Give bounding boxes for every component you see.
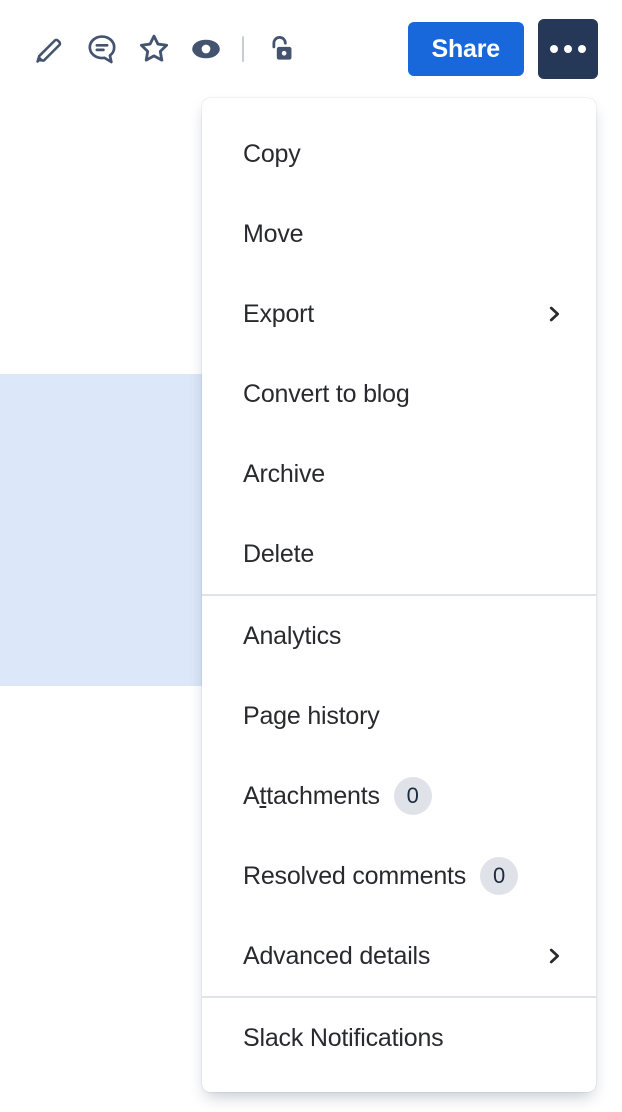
menu-item-label: Export xyxy=(243,299,315,328)
comment-button[interactable] xyxy=(76,23,128,75)
page-toolbar: Share xyxy=(0,0,622,98)
menu-item-move[interactable]: Move xyxy=(202,194,596,274)
more-horizontal-icon xyxy=(550,45,586,53)
edit-icon xyxy=(33,32,67,66)
menu-item-label: Copy xyxy=(243,139,301,168)
menu-item-copy[interactable]: Copy xyxy=(202,114,596,194)
restrictions-button[interactable] xyxy=(254,23,306,75)
menu-item-label: Archive xyxy=(243,459,325,488)
menu-item-label: Advanced details xyxy=(243,941,431,970)
watch-eye-icon xyxy=(188,31,224,67)
edit-button[interactable] xyxy=(24,23,76,75)
menu-item-label: Attachments xyxy=(243,781,380,810)
more-actions-menu: Copy Move Export Convert to blog Archive Dele… xyxy=(202,98,596,1092)
menu-item-resolved-comments[interactable]: Resolved comments 0 xyxy=(202,836,596,916)
star-icon xyxy=(136,31,172,67)
menu-item-label: Move xyxy=(243,219,304,248)
menu-item-convert-to-blog[interactable]: Convert to blog xyxy=(202,354,596,434)
chevron-right-icon xyxy=(542,944,566,968)
menu-group: Copy Move Export Convert to blog Archive Dele… xyxy=(202,98,596,594)
toolbar-divider xyxy=(242,36,244,62)
unlock-icon xyxy=(264,33,296,65)
menu-item-advanced-details[interactable]: Advanced details xyxy=(202,916,596,996)
menu-item-label: Delete xyxy=(243,539,315,568)
menu-group: Analytics Page history Attachments 0 Resolve… xyxy=(202,596,596,996)
more-actions-button[interactable] xyxy=(538,19,598,79)
menu-item-export[interactable]: Export xyxy=(202,274,596,354)
menu-item-slack-notifications[interactable]: Slack Notifications xyxy=(202,998,596,1078)
watch-button[interactable] xyxy=(180,23,232,75)
chevron-right-icon xyxy=(542,302,566,326)
content-selection-highlight xyxy=(0,374,212,686)
menu-item-label: Convert to blog xyxy=(243,379,410,408)
menu-item-archive[interactable]: Archive xyxy=(202,434,596,514)
menu-item-badge: 0 xyxy=(480,857,519,895)
menu-item-badge: 0 xyxy=(393,777,432,815)
menu-item-attachments[interactable]: Attachments 0 xyxy=(202,756,596,836)
menu-group: Slack Notifications xyxy=(202,998,596,1078)
menu-item-label: Slack Notifications xyxy=(243,1023,444,1052)
menu-item-label: Resolved comments xyxy=(243,861,467,890)
menu-item-label: Page history xyxy=(243,701,380,730)
star-button[interactable] xyxy=(128,23,180,75)
menu-item-page-history[interactable]: Page history xyxy=(202,676,596,756)
comment-icon xyxy=(85,32,119,66)
screen: Share Copy Move Export Convert to blog Archi… xyxy=(0,0,622,1112)
menu-item-label: Analytics xyxy=(243,621,342,650)
share-button[interactable]: Share xyxy=(407,22,524,76)
menu-item-analytics[interactable]: Analytics xyxy=(202,596,596,676)
menu-item-delete[interactable]: Delete xyxy=(202,514,596,594)
